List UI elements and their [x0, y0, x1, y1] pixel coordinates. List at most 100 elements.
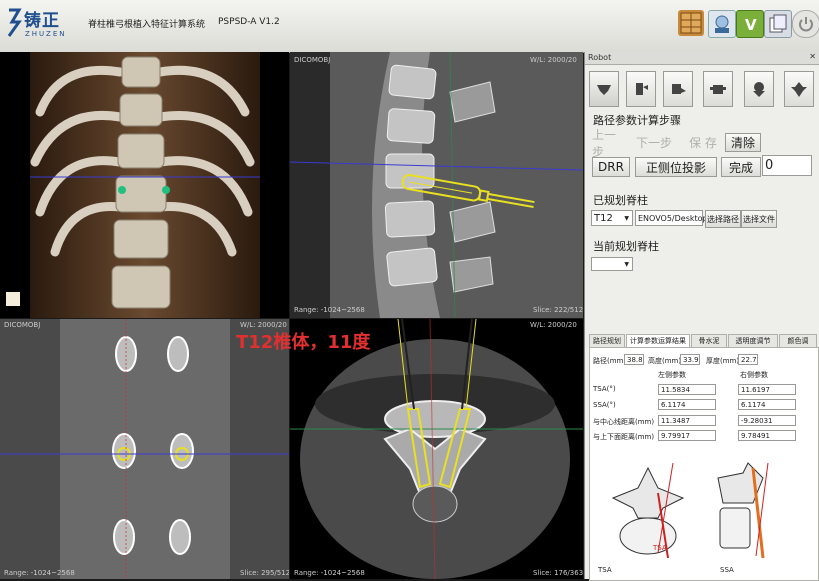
sagittal-ct-image: DICOMOBJ W/L: 2000/20 Range: -1024~2568 …	[290, 52, 583, 318]
scan-button[interactable]	[708, 10, 736, 38]
tab-transparency[interactable]: 透明度调节	[728, 334, 778, 347]
viewport-range: Range: -1024~2568	[294, 306, 365, 314]
logo-text: 铸正	[24, 11, 60, 31]
vertebra-top-icon	[597, 85, 611, 95]
app-version: PSPSD-A V1.2	[218, 17, 280, 27]
check-v-icon: V	[745, 16, 757, 34]
view-oblique-button[interactable]	[663, 71, 693, 107]
vertebra-select[interactable]: T12 ▼	[591, 210, 633, 226]
current-spine-label: 当前规划脊柱	[593, 240, 659, 253]
viewport-range: Range: -1024~2568	[294, 569, 365, 577]
vertebra-back-icon	[791, 82, 807, 97]
axial-ct-image: W/L: 2000/20 Range: -1024~2568 Slice: 17…	[290, 319, 583, 579]
endplate-distance-label: 与上下面距离(mm)	[593, 433, 655, 441]
center-distance-left-field[interactable]: 11.3487	[658, 415, 716, 426]
view-bottom-button[interactable]	[744, 71, 774, 107]
tsa-caption: TSA	[598, 566, 612, 574]
endplate-distance-left-field[interactable]: 9.79917	[658, 430, 716, 441]
ssa-diagram	[717, 462, 769, 558]
prev-step-button[interactable]: 上一步	[591, 128, 619, 159]
center-distance-right-field[interactable]: -9.28031	[738, 415, 796, 426]
vertebra-angle-annotation: T12椎体，11度	[236, 332, 371, 353]
ssa-left-field[interactable]: 6.1174	[658, 399, 716, 410]
vertebra-bottom-icon	[753, 82, 765, 97]
drr-button[interactable]: DRR	[592, 157, 630, 177]
viewport-slice: Slice: 222/512	[533, 306, 583, 314]
current-spine-select[interactable]: ▼	[591, 257, 633, 271]
height-label: 高度(mm)	[648, 357, 682, 365]
viewport-name: DICOMOBJ	[294, 56, 330, 64]
documents-icon	[769, 14, 787, 33]
logo-subtext: ZHUZEN	[25, 30, 67, 38]
left-params-header: 左侧参数	[658, 371, 686, 379]
ssa-caption: SSA	[720, 566, 734, 574]
select-file-button[interactable]: 选择文件	[741, 210, 777, 228]
done-button[interactable]: 完成	[721, 157, 761, 177]
next-step-button[interactable]: 下一步	[633, 133, 675, 152]
chevron-down-icon: ▼	[624, 214, 629, 222]
panel-titlebar: Robot ✕	[585, 52, 819, 65]
diameter-label: 路径(mm)	[593, 357, 627, 365]
scanner-icon	[715, 15, 729, 33]
viewport-slice: Slice: 176/363	[533, 569, 583, 577]
grid-icon	[680, 12, 702, 34]
endplate-distance-right-field[interactable]: 9.78491	[738, 430, 796, 441]
tab-path-planning[interactable]: 路径规划	[589, 334, 625, 347]
vertebra-side-icon	[636, 83, 648, 95]
app-header: 铸正 ZHUZEN 脊柱椎弓根植入特征计算系统 PSPSD-A V1.2 V	[0, 0, 819, 53]
view-lateral-button[interactable]	[626, 71, 656, 107]
panel-title: Robot	[588, 53, 612, 62]
logo-icon	[7, 8, 22, 37]
tab-bone-cement[interactable]: 骨水泥	[691, 334, 727, 347]
tab-color[interactable]: 颜色调	[779, 334, 817, 347]
chevron-down-icon: ▼	[624, 260, 629, 268]
viewport-wl: W/L: 2000/20	[530, 321, 577, 329]
close-icon[interactable]: ✕	[809, 52, 816, 61]
tsa-diagram: TSA	[611, 462, 685, 558]
result-field[interactable]: 0	[762, 155, 812, 176]
spine-model-button[interactable]	[678, 10, 704, 36]
diameter-field[interactable]: 38.8	[624, 354, 644, 365]
robot-panel: Robot ✕ 路径参数计算步骤 上一步 下一步 保 存 清除 DRR 正侧位投…	[584, 52, 819, 581]
view-back-button[interactable]	[784, 71, 814, 107]
viewport-sagittal[interactable]: DICOMOBJ W/L: 2000/20 Range: -1024~2568 …	[290, 52, 583, 318]
viewport-axial[interactable]: W/L: 2000/20 Range: -1024~2568 Slice: 17…	[290, 319, 583, 579]
export-button[interactable]	[764, 10, 792, 38]
center-distance-label: 与中心线距离(mm)	[593, 418, 655, 426]
view-axial-button[interactable]	[589, 71, 619, 107]
tab-calc-results[interactable]: 计算参数运算结果	[626, 334, 690, 347]
spine-3d-render	[6, 52, 260, 318]
ssa-label: SSA(°)	[593, 401, 616, 409]
calc-results-pane: 路径(mm) 38.8 高度(mm) 33.9 厚度(mm) 22.7 左侧参数…	[589, 347, 819, 581]
clear-button[interactable]: 清除	[725, 133, 761, 152]
depth-label: 厚度(mm)	[706, 357, 740, 365]
diagram-tsa-label: TSA	[652, 544, 667, 552]
select-path-button[interactable]: 选择路径	[705, 210, 741, 228]
viewport-range: Range: -1024~2568	[4, 569, 75, 577]
viewport-3d[interactable]	[0, 52, 289, 318]
viewport-slice: Slice: 295/512	[240, 569, 289, 577]
coronal-ct-image: DICOMOBJ W/L: 2000/20 Range: -1024~2568 …	[0, 319, 289, 579]
validate-button[interactable]: V	[736, 10, 764, 38]
vertebra-select-value: T12	[594, 212, 613, 224]
right-params-header: 右侧参数	[740, 371, 768, 379]
app-title: 脊柱椎弓根植入特征计算系统	[88, 20, 206, 30]
viewport-coronal[interactable]: DICOMOBJ W/L: 2000/20 Range: -1024~2568 …	[0, 319, 289, 579]
save-button[interactable]: 保 存	[682, 133, 724, 152]
height-field[interactable]: 33.9	[680, 354, 700, 365]
tsa-label: TSA(°)	[593, 385, 616, 393]
depth-field[interactable]: 22.7	[738, 354, 758, 365]
tsa-right-field[interactable]: 11.6197	[738, 384, 796, 395]
view-front-button[interactable]	[703, 71, 733, 107]
ssa-right-field[interactable]: 6.1174	[738, 399, 796, 410]
svg-text:V: V	[745, 16, 757, 34]
tsa-left-field[interactable]: 11.5834	[658, 384, 716, 395]
viewport-wl: W/L: 2000/20	[530, 56, 577, 64]
vertebra-oblique-icon	[672, 84, 686, 94]
vertebra-front-icon	[710, 85, 726, 94]
power-button[interactable]	[792, 10, 819, 38]
planned-spine-label: 已规划脊柱	[593, 194, 648, 207]
path-field[interactable]: ENOVO5/Desktop	[635, 210, 708, 226]
power-icon	[799, 17, 813, 32]
projection-button[interactable]: 正侧位投影	[635, 157, 717, 177]
